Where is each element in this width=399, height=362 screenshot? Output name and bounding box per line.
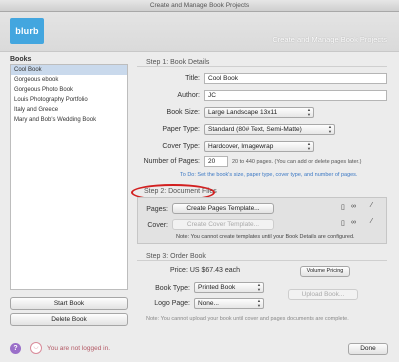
pages-hint: 20 to 440 pages. (You can add or delete … [232,159,362,165]
book-size-select[interactable]: Large Landscape 13x11 ▲ ▼ [204,107,314,118]
author-input[interactable]: JC [204,90,387,101]
create-cover-template-button[interactable]: Create Cover Template... [172,219,274,230]
book-item-louis-photography[interactable]: Louis Photography Portfolio [11,95,127,105]
step1-divider [137,66,387,67]
book-item-gorgeous-photo-book[interactable]: Gorgeous Photo Book [11,85,127,95]
window-title: Create and Manage Book Projects [0,0,399,12]
price-text: Price: US $67.43 each [170,267,241,274]
book-item-wedding-book[interactable]: Mary and Bob's Wedding Book [11,115,127,125]
paper-type-select[interactable]: Standard (80# Text, Semi-Matte) ▲ ▼ [204,124,335,135]
book-item-cool-book[interactable]: Cool Book [11,65,127,75]
logo-page-label: Logo Page: [154,300,190,307]
paper-type-value: Standard (80# Text, Semi-Matte) [208,126,302,133]
step3-note: Note: You cannot upload your book until … [146,316,349,322]
pages-input[interactable]: 20 [204,156,228,167]
app-header [0,12,399,52]
volume-pricing-button[interactable]: Volume Pricing [300,266,350,277]
author-label: Author: [177,92,200,99]
delete-book-button[interactable]: Delete Book [10,313,128,326]
cover-type-value: Hardcover, Imagewrap [208,143,274,150]
step1-title: Step 1: Book Details [146,59,210,66]
select-arrows-icon: ▲ ▼ [307,107,311,117]
cover-type-label: Cover Type: [162,143,200,150]
help-icon[interactable]: ? [10,343,21,354]
todo-text: To Do: Set the book's size, paper type, … [180,172,358,178]
book-type-value: Printed Book [198,284,236,291]
edit-icon[interactable]: ⁄ [371,218,372,225]
books-label: Books [10,56,32,63]
start-book-button[interactable]: Start Book [10,297,128,310]
book-item-italy-greece[interactable]: Italy and Greece [11,105,127,115]
step3-divider [137,260,387,261]
link-icon: ∞ [351,203,356,210]
pages-doc-label: Pages: [146,206,168,213]
pages-label: Number of Pages: [143,158,200,165]
logo-page-value: None... [198,300,219,307]
select-arrows-icon: ▲ ▼ [257,298,261,308]
cover-doc-label: Cover: [147,222,168,229]
book-list[interactable]: Cool Book Gorgeous ebook Gorgeous Photo … [10,64,128,290]
book-item-gorgeous-ebook[interactable]: Gorgeous ebook [11,75,127,85]
select-arrows-icon: ▲ ▼ [328,124,332,134]
book-size-label: Book Size: [166,109,200,116]
user-icon: ◡ [30,342,42,354]
logo-page-select[interactable]: None... ▲ ▼ [194,298,264,309]
blurb-logo: blurb [10,18,44,44]
book-type-label: Book Type: [155,285,190,292]
header-title: Create and Manage Book Projects [272,35,387,44]
upload-book-button[interactable]: Upload Book... [288,289,358,300]
cover-type-select[interactable]: Hardcover, Imagewrap ▲ ▼ [204,141,314,152]
create-pages-template-button[interactable]: Create Pages Template... [172,203,274,214]
document-icon: ▯ [341,220,345,227]
login-status[interactable]: You are not logged in. [47,345,110,352]
book-type-select[interactable]: Printed Book ▲ ▼ [194,282,264,293]
document-icon: ▯ [341,204,345,211]
title-label: Title: [185,75,200,82]
paper-type-label: Paper Type: [162,126,200,133]
done-button[interactable]: Done [348,343,388,355]
step2-note: Note: You cannot create templates until … [176,234,355,240]
select-arrows-icon: ▲ ▼ [257,282,261,292]
select-arrows-icon: ▲ ▼ [307,141,311,151]
title-input[interactable]: Cool Book [204,73,387,84]
book-size-value: Large Landscape 13x11 [208,109,278,116]
step3-title: Step 3: Order Book [146,253,206,260]
link-icon: ∞ [351,219,356,226]
edit-icon[interactable]: ⁄ [371,202,372,209]
